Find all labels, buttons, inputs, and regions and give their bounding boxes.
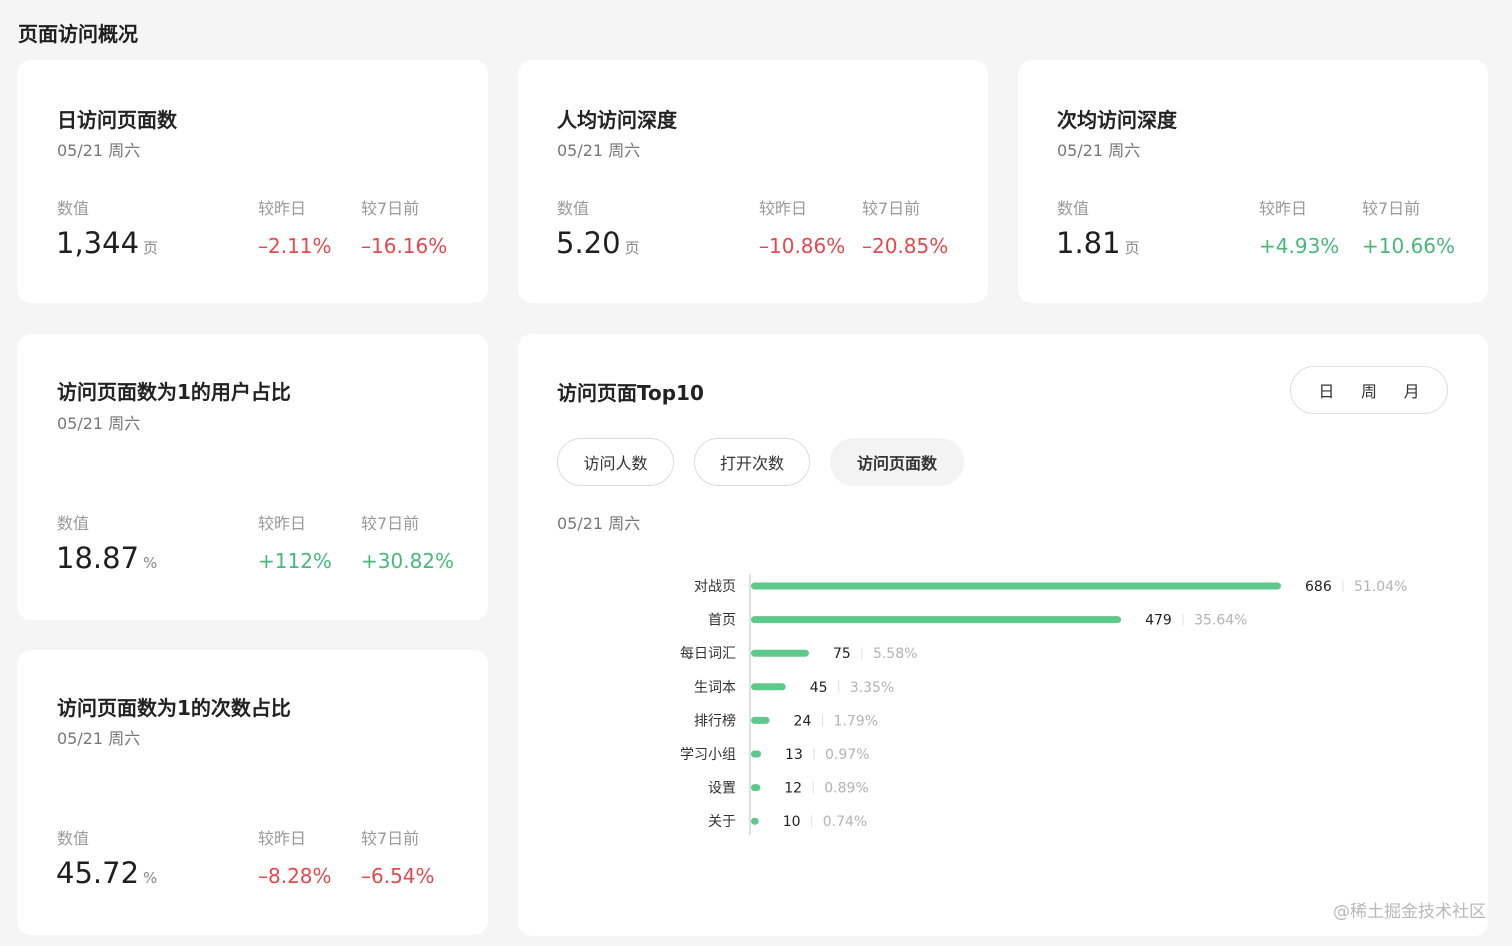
vs-7days-value: –20.85% (862, 234, 949, 258)
card-title: 访问页面数为1的次数占比 (57, 696, 291, 720)
bar (751, 784, 761, 792)
card-title: 访问页面数为1的用户占比 (57, 380, 291, 404)
bar (751, 582, 1281, 590)
watermark: @稀土掘金技术社区 (1333, 902, 1486, 922)
top10-bar-chart: 对战页 686 51.04% 首页 479 35.64% 每日词汇 75 5.58% 生词本 45 3… (680, 574, 1407, 836)
percent-label: 0.74% (823, 814, 867, 830)
value-label: 数值 (57, 829, 90, 848)
category-label: 生词本 (694, 680, 736, 696)
card-date: 05/21 周六 (1057, 141, 1141, 160)
value-label: 24 (794, 713, 812, 729)
percent-label: 5.58% (873, 646, 917, 662)
metric-value: 5.20 页 (556, 226, 640, 260)
vs-7days-value: –16.16% (361, 234, 448, 258)
card-avg-depth-per-user: 人均访问深度 05/21 周六 数值 较昨日 较7日前 5.20 页 –10.86… (518, 60, 988, 303)
percent-label: 35.64% (1194, 613, 1247, 629)
bar (751, 683, 786, 691)
metric-value: 45.72% (56, 856, 158, 890)
card-date: 05/21 周六 (557, 141, 641, 160)
value-label: 13 (785, 747, 803, 763)
percent-label: 1.79% (834, 713, 878, 729)
card-title: 次均访问深度 (1057, 108, 1177, 132)
bar (751, 750, 762, 758)
metric-value: 1.81 页 (1056, 226, 1140, 260)
bar (751, 616, 1122, 624)
bar (751, 649, 809, 657)
value-label: 12 (784, 781, 802, 797)
card-title: 人均访问深度 (557, 108, 677, 132)
value-label: 数值 (57, 199, 90, 218)
card-date: 05/21 周六 (57, 414, 141, 433)
vs-7days-label: 较7日前 (361, 514, 420, 533)
vs-yesterday-value: +112% (258, 549, 332, 573)
vs-7days-value: –6.54% (361, 864, 435, 888)
vs-yesterday-value: –10.86% (759, 234, 846, 258)
card-single-page-user-ratio: 访问页面数为1的用户占比 05/21 周六 数值 较昨日 较7日前 18.87%… (17, 334, 488, 620)
card-avg-depth-per-session: 次均访问深度 05/21 周六 数值 较昨日 较7日前 1.81 页 +4.93%… (1018, 60, 1488, 303)
vs-7days-value: +10.66% (1362, 234, 1456, 258)
metric-value: 1,344 页 (56, 226, 159, 260)
percent-label: 51.04% (1354, 579, 1407, 595)
value-label: 686 (1305, 579, 1332, 595)
vs-yesterday-value: –8.28% (258, 864, 332, 888)
percent-label: 0.89% (824, 781, 868, 797)
category-label: 学习小组 (680, 747, 736, 763)
vs-yesterday-label: 较昨日 (759, 199, 808, 218)
vs-7days-label: 较7日前 (361, 829, 420, 848)
category-label: 每日词汇 (680, 646, 736, 662)
vs-yesterday-label: 较昨日 (1259, 199, 1308, 218)
vs-yesterday-label: 较昨日 (258, 829, 307, 848)
card-top10-pages: 访问页面Top10 日 周 月 访问人数 打开次数 访问页面数 05/21 周六… (518, 334, 1488, 936)
card-date: 05/21 周六 (57, 729, 141, 748)
card-daily-page-views: 日访问页面数 05/21 周六 数值 较昨日 较7日前 1,344 页 –2.11… (17, 60, 488, 303)
value-label: 45 (810, 680, 828, 696)
value-label: 10 (783, 814, 801, 830)
vs-yesterday-label: 较昨日 (258, 199, 307, 218)
vs-yesterday-value: +4.93% (1259, 234, 1340, 258)
category-label: 首页 (708, 613, 736, 629)
card-date: 05/21 周六 (57, 141, 141, 160)
value-label: 479 (1145, 613, 1172, 629)
percent-label: 0.97% (825, 747, 869, 763)
vs-yesterday-value: –2.11% (258, 234, 332, 258)
page-title: 页面访问概况 (18, 22, 138, 46)
bar (751, 716, 770, 724)
vs-7days-label: 较7日前 (1362, 199, 1421, 218)
vs-7days-value: +30.82% (361, 549, 455, 573)
card-single-page-session-ratio: 访问页面数为1的次数占比 05/21 周六 数值 较昨日 较7日前 45.72%… (17, 650, 488, 935)
category-label: 关于 (708, 814, 736, 830)
card-title: 日访问页面数 (57, 108, 177, 132)
bar (751, 817, 759, 825)
vs-7days-label: 较7日前 (862, 199, 921, 218)
vs-yesterday-label: 较昨日 (258, 514, 307, 533)
category-label: 设置 (708, 781, 736, 797)
value-label: 数值 (1057, 199, 1090, 218)
value-label: 数值 (557, 199, 590, 218)
value-label: 数值 (57, 514, 90, 533)
category-label: 对战页 (694, 579, 736, 595)
percent-label: 3.35% (850, 680, 894, 696)
value-label: 75 (833, 646, 851, 662)
metric-value: 18.87% (56, 541, 158, 575)
vs-7days-label: 较7日前 (361, 199, 420, 218)
category-label: 排行榜 (694, 712, 736, 729)
